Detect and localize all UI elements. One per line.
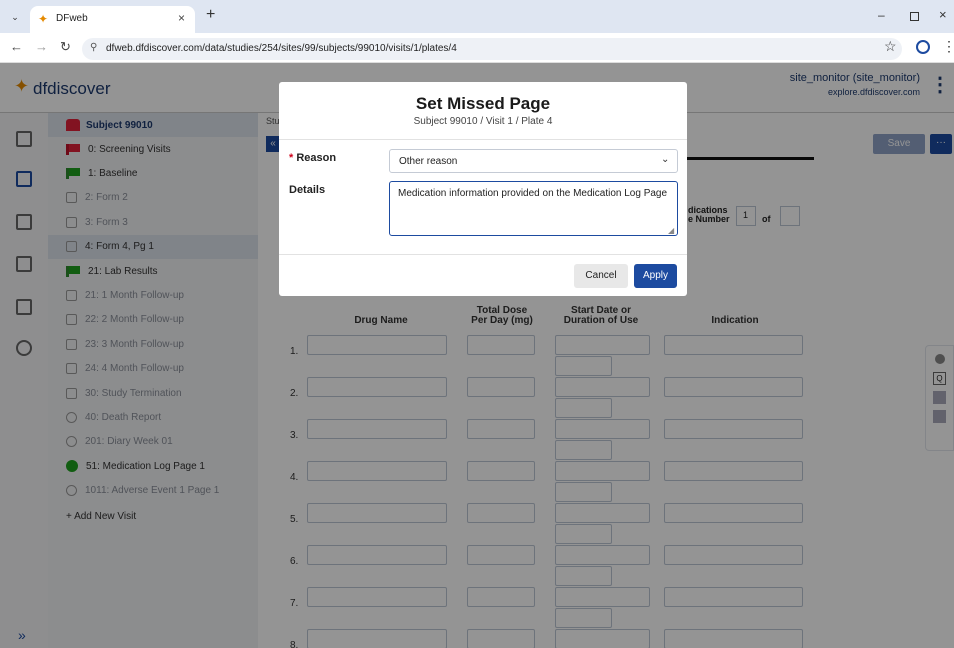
tab-title: DFweb (56, 13, 88, 24)
required-mark: * (289, 152, 294, 164)
favicon-icon: ✦ (38, 12, 49, 26)
new-tab-icon[interactable]: + (206, 6, 215, 24)
browser-tab[interactable]: ✦ DFweb × (30, 6, 195, 33)
cancel-button[interactable]: Cancel (574, 264, 628, 288)
dialog-title: Set Missed Page (415, 94, 551, 113)
forward-icon[interactable]: → (35, 39, 48, 54)
dialog-header-divider (279, 139, 687, 140)
details-label: Details (289, 184, 326, 196)
details-textarea[interactable]: Medication information provided on the M… (389, 181, 678, 236)
reason-label-text: Reason (296, 152, 337, 164)
browser-menu-icon[interactable]: ⋮ (942, 38, 954, 55)
resize-handle-icon[interactable]: ◢ (668, 226, 674, 235)
details-text: Medication information provided on the M… (398, 188, 668, 199)
tab-search-icon[interactable]: ⌄ (8, 10, 22, 24)
url-text: dfweb.dfdiscover.com/data/studies/254/si… (106, 43, 457, 54)
dialog-subtitle: Subject 99010 / Visit 1 / Plate 4 (413, 116, 553, 127)
maximize-icon[interactable] (910, 12, 919, 21)
chevron-down-icon: ⌄ (661, 154, 670, 165)
tab-close-icon[interactable]: × (178, 11, 185, 25)
url-field[interactable]: ⚲ dfweb.dfdiscover.com/data/studies/254/… (82, 38, 902, 60)
dialog-footer-divider (279, 254, 687, 255)
profile-icon[interactable] (916, 40, 930, 54)
apply-button[interactable]: Apply (634, 264, 677, 288)
site-info-icon[interactable]: ⚲ (90, 42, 97, 53)
reload-icon[interactable]: ↻ (60, 39, 71, 55)
back-icon[interactable]: ← (10, 39, 23, 54)
bookmark-star-icon[interactable]: ☆ (884, 38, 897, 55)
reason-select[interactable]: Other reason ⌄ (389, 149, 678, 173)
minimize-icon[interactable]: – (878, 8, 885, 22)
window-close-icon[interactable]: × (939, 7, 947, 22)
reason-label: * Reason (289, 152, 336, 164)
reason-select-value: Other reason (399, 156, 458, 167)
set-missed-page-dialog: Set Missed Page Subject 99010 / Visit 1 … (279, 82, 687, 296)
